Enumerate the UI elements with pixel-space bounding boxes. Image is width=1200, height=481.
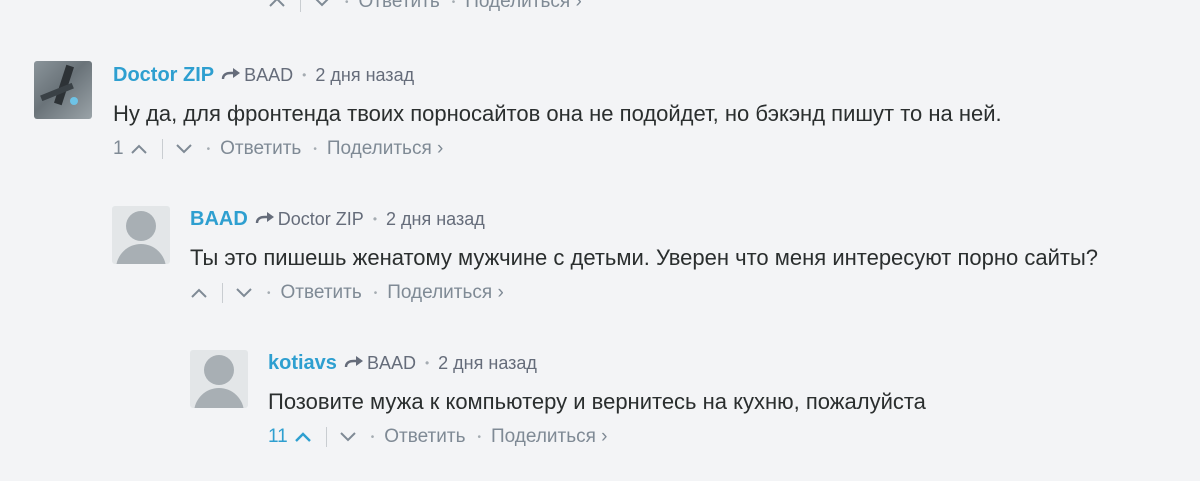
- comment-actions: 1 • Ответить • Поделиться ›: [113, 136, 443, 162]
- comment-text: Позовите мужа к компьютеру и вернитесь н…: [268, 389, 926, 414]
- comment-actions: 11 • Ответить • Поделиться ›: [268, 424, 608, 450]
- downvote-icon[interactable]: [311, 0, 333, 13]
- vote-divider: [325, 427, 327, 447]
- reply-to-name[interactable]: BAAD: [244, 65, 293, 86]
- upvote-icon[interactable]: [128, 138, 150, 160]
- separator-dot: •: [267, 287, 271, 299]
- reply-link[interactable]: Ответить: [281, 282, 362, 304]
- reply-arrow-icon: [221, 67, 241, 83]
- separator-dot: •: [424, 356, 430, 370]
- avatar[interactable]: [190, 350, 248, 408]
- reply-link[interactable]: Ответить: [384, 426, 465, 448]
- vote-divider: [222, 283, 223, 303]
- comment-actions: • Ответить • Поделиться ›: [188, 280, 504, 306]
- author-name[interactable]: BAAD: [190, 208, 248, 231]
- reply-arrow-icon: [344, 355, 364, 371]
- avatar[interactable]: [34, 61, 92, 119]
- vote-divider: [161, 139, 163, 159]
- vote-divider: [300, 0, 301, 12]
- separator-dot: •: [345, 0, 349, 8]
- reply-to-name[interactable]: BAAD: [367, 353, 416, 374]
- upvote-count: 1: [113, 138, 124, 159]
- upvote-icon[interactable]: [188, 282, 210, 304]
- share-link[interactable]: Поделиться ›: [491, 426, 608, 448]
- author-name[interactable]: Doctor ZIP: [113, 64, 214, 87]
- separator-dot: •: [206, 143, 211, 155]
- separator-dot: •: [370, 431, 375, 443]
- reply-link[interactable]: Ответить: [359, 0, 440, 13]
- downvote-icon[interactable]: [337, 426, 359, 448]
- downvote-icon[interactable]: [233, 282, 255, 304]
- separator-dot: •: [477, 431, 481, 443]
- timestamp[interactable]: 2 дня назад: [315, 65, 414, 86]
- separator-dot: •: [313, 143, 317, 155]
- comment-header: BAAD Doctor ZIP • 2 дня назад: [190, 206, 485, 232]
- comment-header: Doctor ZIP BAAD • 2 дня назад: [113, 62, 414, 88]
- separator-dot: •: [373, 287, 378, 299]
- comment-text: Ты это пишешь женатому мужчине с детьми.…: [190, 245, 1099, 270]
- share-link[interactable]: Поделиться ›: [465, 0, 582, 13]
- comment-header: kotiavs BAAD • 2 дня назад: [268, 350, 537, 376]
- upvote-count: 11: [268, 426, 288, 447]
- reply-to-name[interactable]: Doctor ZIP: [278, 209, 364, 230]
- share-link[interactable]: Поделиться ›: [387, 282, 504, 304]
- upvote-icon[interactable]: [266, 0, 288, 13]
- reply-link[interactable]: Ответить: [220, 138, 301, 160]
- separator-dot: •: [451, 0, 456, 8]
- author-name[interactable]: kotiavs: [268, 352, 337, 375]
- avatar[interactable]: [112, 206, 170, 264]
- previous-comment-actions: • Ответить • Поделиться ›: [266, 0, 582, 14]
- downvote-icon[interactable]: [173, 138, 195, 160]
- separator-dot: •: [302, 68, 307, 82]
- share-link[interactable]: Поделиться ›: [327, 138, 444, 160]
- reply-arrow-icon: [255, 211, 275, 227]
- timestamp[interactable]: 2 дня назад: [386, 209, 485, 230]
- separator-dot: •: [372, 212, 378, 226]
- upvote-icon[interactable]: [292, 426, 314, 448]
- timestamp[interactable]: 2 дня назад: [438, 353, 537, 374]
- comment-text: Ну да, для фронтенда твоих порносайтов о…: [113, 101, 1002, 126]
